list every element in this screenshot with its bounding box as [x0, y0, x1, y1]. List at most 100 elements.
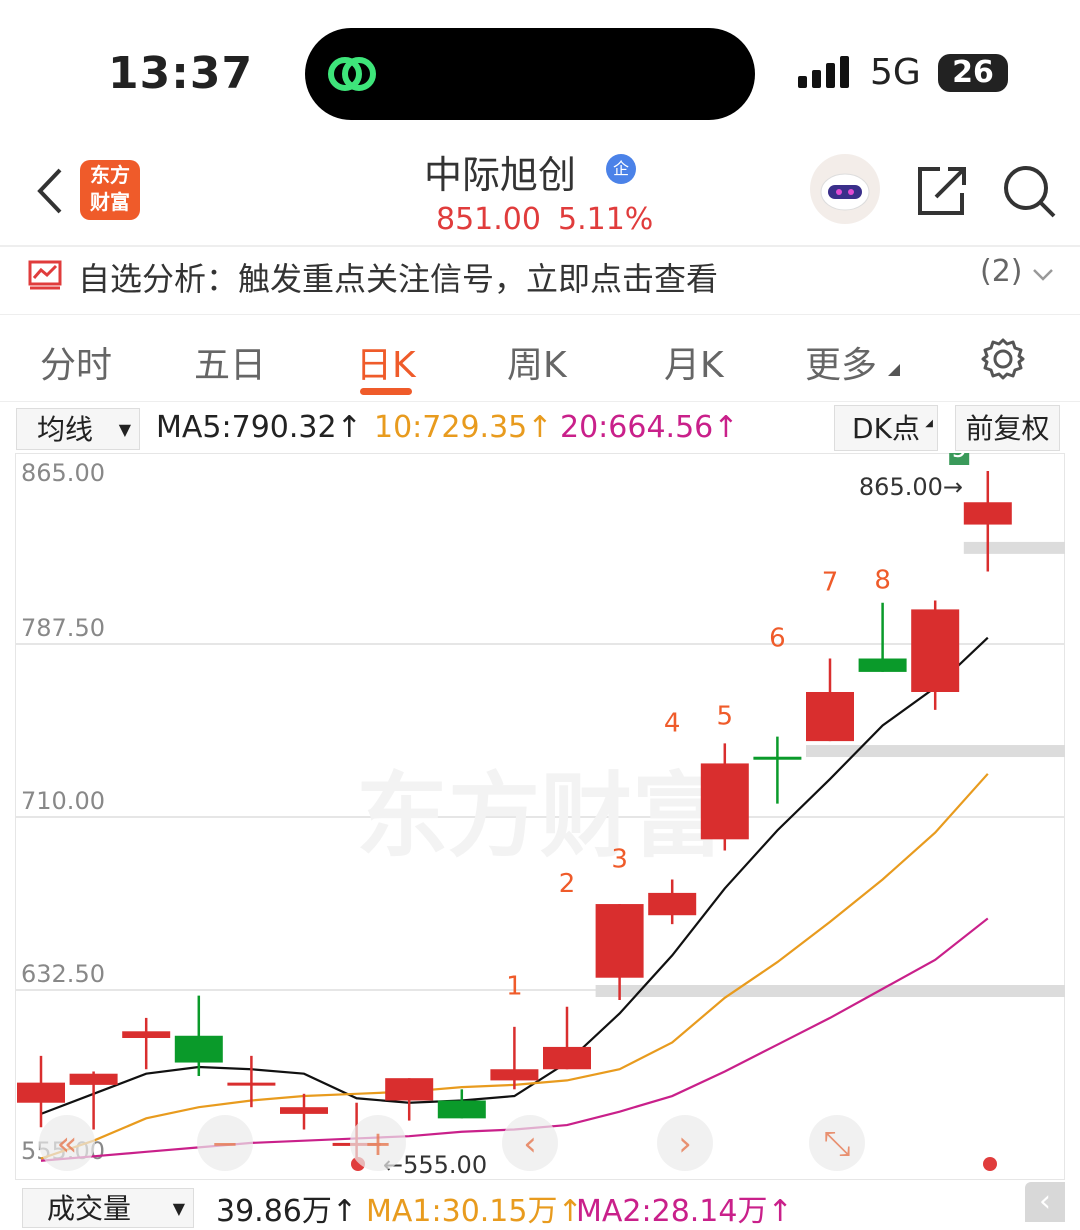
corner-icon: ◢ [925, 418, 933, 429]
price-change-pct: 5.11% [558, 202, 654, 237]
banner-count[interactable]: (2) [980, 254, 1023, 289]
indicator-select[interactable]: 均线 ▼ [16, 408, 140, 450]
zoom-out-icon: − [211, 1124, 240, 1164]
ma20-value: 20:664.56↑ [560, 410, 738, 445]
signal-label: 7 [822, 568, 839, 598]
robot-icon [820, 173, 870, 211]
gear-icon[interactable] [980, 336, 1026, 382]
adjust-button[interactable]: 前复权 [955, 405, 1060, 451]
y-tick-label: 632.50 [21, 960, 105, 988]
event-marker[interactable] [983, 1157, 997, 1171]
tab-daily-k[interactable]: 日K [356, 336, 416, 388]
candle-body[interactable] [543, 1046, 591, 1070]
stock-name: 中际旭创 [423, 153, 576, 197]
candle-body[interactable] [753, 756, 802, 760]
y-tick-label: 710.00 [21, 787, 105, 815]
y-tick-label: 865.00 [21, 459, 105, 487]
tab-monthly-k[interactable]: 月K [664, 336, 724, 388]
candle-body[interactable] [806, 691, 854, 742]
up-arrow-icon: ↑ [767, 1194, 793, 1229]
ma5-value: MA5:790.32↑ [156, 410, 362, 445]
signal-label: 4 [664, 708, 681, 738]
up-arrow-icon: ↑ [336, 410, 362, 445]
candle-body[interactable] [385, 1078, 434, 1101]
candle-body[interactable] [69, 1073, 118, 1085]
dynamic-island [305, 28, 755, 120]
candle-body[interactable] [963, 502, 1012, 525]
candle-body[interactable] [700, 763, 749, 840]
kline-chart[interactable]: 865.00787.50710.00632.50555.00东方财富123456… [15, 434, 1065, 1180]
volume-label: 39.86万 [216, 1194, 332, 1229]
battery-indicator: 26 [938, 54, 1008, 92]
next-icon: › [678, 1124, 692, 1164]
logo-line-1: 东方 [90, 163, 130, 187]
volume-value: 39.86万↑ [216, 1186, 357, 1230]
candle-body[interactable] [17, 1082, 65, 1103]
logo-line-2: 财富 [90, 190, 130, 214]
tab-weekly-k[interactable]: 周K [507, 336, 567, 388]
volume-ma2-label: MA2:28.14万 [576, 1194, 768, 1229]
signal-label: 1 [506, 972, 523, 1002]
signal-label: 8 [874, 565, 891, 595]
link-icon [328, 57, 376, 91]
support-band [595, 985, 1065, 997]
prev-icon: ‹ [523, 1124, 537, 1164]
chart-signal-icon [28, 260, 62, 290]
up-arrow-icon: ↑ [713, 410, 739, 445]
expand-icon: ⤡ [823, 1124, 850, 1164]
share-icon[interactable] [914, 163, 970, 219]
ma10-label: 10:729.35 [374, 410, 528, 445]
analysis-banner[interactable]: 自选分析：触发重点关注信号，立即点击查看 [78, 254, 718, 300]
dk-point-label: DK点 [852, 412, 920, 445]
zoom-in-icon: + [364, 1124, 393, 1164]
candle-body[interactable] [648, 892, 697, 916]
dropdown-caret-icon: ▼ [172, 1199, 185, 1218]
up-arrow-icon: ↑ [527, 410, 553, 445]
candle-body[interactable] [490, 1069, 539, 1081]
candle-body[interactable] [174, 1035, 223, 1063]
robot-assistant-avatar[interactable] [810, 154, 880, 224]
indicator-select-label: 均线 [37, 413, 94, 446]
more-corner-icon [888, 364, 900, 376]
candle-body[interactable] [227, 1082, 276, 1086]
candle-body[interactable] [122, 1031, 171, 1038]
candle-body[interactable] [911, 609, 960, 692]
support-band [806, 745, 1065, 758]
rewind-icon: « [57, 1124, 78, 1164]
max-price-label: 865.00→ [859, 473, 963, 501]
ma10-value: 10:729.35↑ [374, 410, 552, 445]
signal-label: 9 [951, 453, 968, 464]
volume-ma1: MA1:30.15万↑ [366, 1186, 583, 1230]
candle-body[interactable] [595, 904, 644, 978]
signal-label: 2 [559, 869, 576, 899]
status-time: 13:37 [108, 48, 254, 99]
volume-select-label: 成交量 [47, 1192, 132, 1225]
enterprise-badge: 企 [606, 154, 636, 184]
candle-body[interactable] [280, 1107, 328, 1114]
dropdown-caret-icon: ▼ [118, 420, 131, 439]
volume-ma1-label: MA1:30.15万 [366, 1194, 558, 1229]
candle-body[interactable] [437, 1100, 486, 1119]
support-band [963, 541, 1065, 554]
tab-five-day[interactable]: 五日 [194, 336, 266, 388]
y-tick-label: 787.50 [21, 614, 105, 642]
candle-body[interactable] [858, 658, 907, 672]
tab-more[interactable]: 更多 [805, 336, 877, 388]
volume-indicator-select[interactable]: 成交量 ▼ [22, 1188, 194, 1228]
network-label: 5G [870, 52, 921, 93]
signal-label: 3 [611, 845, 628, 875]
back-icon[interactable] [34, 166, 66, 216]
signal-label: 5 [717, 702, 734, 732]
search-icon[interactable] [1000, 162, 1058, 220]
up-arrow-icon: ↑ [331, 1194, 358, 1229]
app-logo[interactable]: 东方 财富 [80, 160, 140, 220]
volume-ma2: MA2:28.14万↑ [576, 1186, 793, 1230]
ma20-label: 20:664.56 [560, 410, 714, 445]
tab-intraday[interactable]: 分时 [40, 336, 112, 388]
signal-label: 6 [769, 624, 786, 654]
ma5-label: MA5:790.32 [156, 410, 337, 445]
side-panel-handle[interactable]: ‹ [1025, 1182, 1065, 1222]
dk-point-button[interactable]: DK点 ◢ [834, 405, 938, 451]
kline-chart-svg[interactable]: 865.00787.50710.00632.50555.00东方财富123456… [15, 434, 1065, 1180]
chevron-down-icon[interactable] [1032, 268, 1054, 282]
